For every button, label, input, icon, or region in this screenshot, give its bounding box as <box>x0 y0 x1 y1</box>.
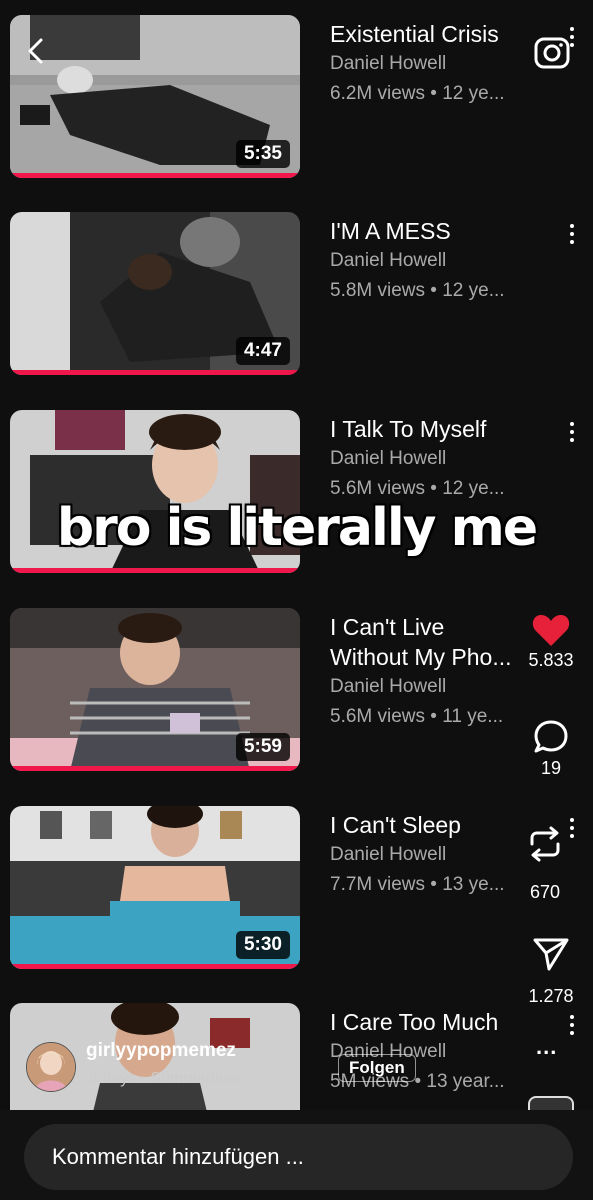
heart-icon[interactable] <box>531 612 571 648</box>
more-options-icon[interactable] <box>566 1015 578 1039</box>
video-row[interactable]: 5:30 I Can't Sleep Daniel Howell 7.7M vi… <box>0 806 593 976</box>
back-arrow-icon[interactable] <box>22 36 52 66</box>
share-action[interactable]: 1.278 <box>518 936 584 1007</box>
post-author-info: girlyypopmemez ♫ days · Summertime Folge… <box>26 1040 526 1100</box>
video-thumbnail[interactable]: 5:35 <box>10 15 300 178</box>
video-duration: 5:35 <box>235 140 290 168</box>
watch-progress-bar <box>10 568 300 573</box>
comment-bar: Kommentar hinzufügen ... <box>0 1110 593 1200</box>
video-duration: 5:30 <box>235 931 290 959</box>
overlay-caption: bro is literally me <box>56 498 538 558</box>
author-username[interactable]: girlyypopmemez <box>86 1040 236 1062</box>
video-duration: 5:59 <box>235 733 290 761</box>
like-count: 5.833 <box>528 650 574 670</box>
video-thumbnail[interactable]: 4:47 <box>10 212 300 375</box>
repost-icon[interactable] <box>526 824 564 864</box>
comment-action[interactable]: 19 <box>518 718 584 779</box>
comment-count: 19 <box>540 758 562 778</box>
watch-progress-bar <box>10 964 300 969</box>
repost-count: 670 <box>530 882 561 902</box>
video-channel[interactable]: Daniel Howell <box>330 840 530 870</box>
video-title[interactable]: I Talk To Myself <box>330 414 530 444</box>
video-channel[interactable]: Daniel Howell <box>330 49 530 79</box>
video-meta: 7.7M views • 13 ye... <box>330 874 505 895</box>
more-options-icon[interactable] <box>566 422 578 446</box>
video-thumbnail[interactable]: 5:30 <box>10 806 300 969</box>
video-meta: 5.6M views • 11 ye... <box>330 706 504 727</box>
video-channel[interactable]: Daniel Howell <box>330 672 530 702</box>
watch-progress-bar <box>10 766 300 771</box>
music-track[interactable]: ♫ days · Summertime <box>86 1070 241 1088</box>
video-thumbnail[interactable]: 5:59 <box>10 608 300 771</box>
repost-action[interactable] <box>512 824 578 864</box>
share-count: 1.278 <box>528 986 574 1006</box>
video-row[interactable]: 5:35 Existential Crisis Daniel Howell 6.… <box>0 15 593 185</box>
follow-button[interactable]: Folgen <box>338 1054 416 1082</box>
video-title-line2[interactable]: Without My Pho... <box>330 642 530 672</box>
video-title[interactable]: I Care Too Much <box>330 1007 530 1037</box>
video-title[interactable]: I Can't Sleep <box>330 810 530 840</box>
like-action[interactable]: 5.833 <box>518 612 584 671</box>
video-duration: 4:47 <box>235 337 290 365</box>
video-meta: 5.8M views • 12 ye... <box>330 280 505 301</box>
watch-progress-bar <box>10 370 300 375</box>
comment-bubble-icon[interactable] <box>532 718 570 756</box>
comment-input[interactable]: Kommentar hinzufügen ... <box>24 1124 573 1190</box>
video-channel[interactable]: Daniel Howell <box>330 444 530 474</box>
video-title[interactable]: I'M A MESS <box>330 216 530 246</box>
video-row[interactable]: 5:59 I Can't Live Without My Pho... Dani… <box>0 608 593 778</box>
more-options-icon[interactable] <box>566 224 578 248</box>
video-meta: 6.2M views • 12 ye... <box>330 83 505 104</box>
video-title[interactable]: I Can't Live <box>330 612 530 642</box>
video-row[interactable]: 4:47 I'M A MESS Daniel Howell 5.8M views… <box>0 212 593 382</box>
video-channel[interactable]: Daniel Howell <box>330 246 530 276</box>
send-icon[interactable] <box>532 936 570 972</box>
camera-icon[interactable] <box>532 32 572 72</box>
avatar[interactable] <box>26 1042 76 1092</box>
video-title[interactable]: Existential Crisis <box>330 19 530 49</box>
watch-progress-bar <box>10 173 300 178</box>
more-actions-icon[interactable]: ... <box>536 1034 557 1060</box>
